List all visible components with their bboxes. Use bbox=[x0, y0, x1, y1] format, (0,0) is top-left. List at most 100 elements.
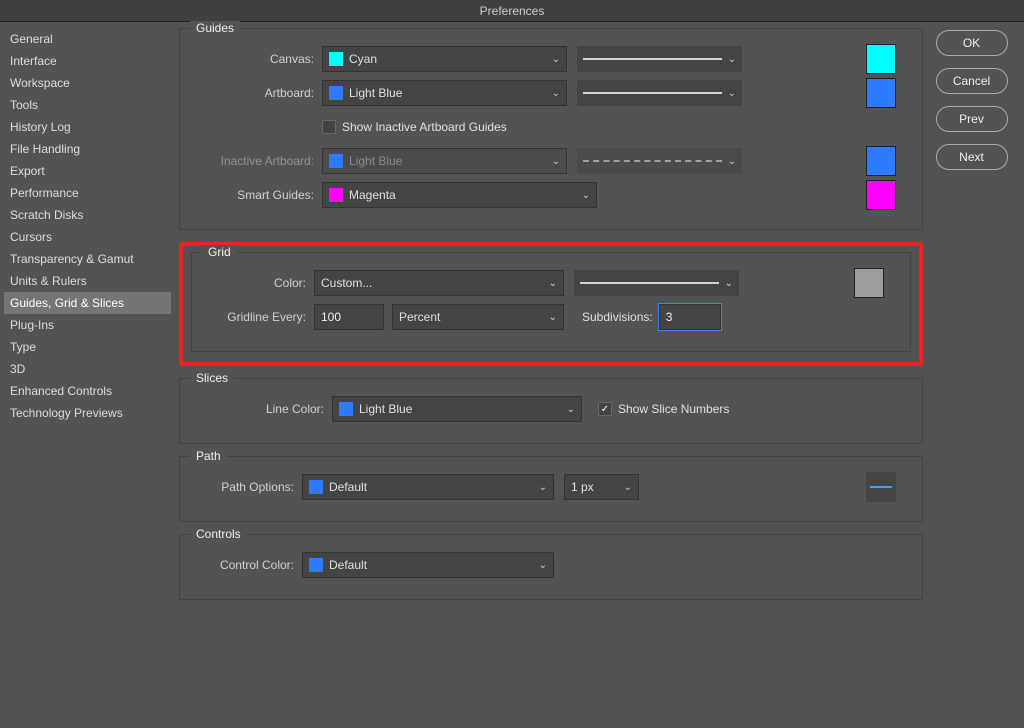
inactive-artboard-label: Inactive Artboard: bbox=[192, 154, 322, 168]
chevron-down-icon: ⌄ bbox=[728, 156, 736, 167]
grid-line-style-select[interactable]: ⌄ bbox=[574, 270, 739, 296]
chevron-down-icon: ⌄ bbox=[624, 482, 632, 493]
path-thickness-select[interactable]: 1 px ⌄ bbox=[564, 474, 639, 500]
sidebar-item-scratch-disks[interactable]: Scratch Disks bbox=[4, 204, 171, 226]
sidebar-item-history-log[interactable]: History Log bbox=[4, 116, 171, 138]
artboard-line-style-select[interactable]: ⌄ bbox=[577, 80, 742, 106]
chevron-down-icon: ⌄ bbox=[552, 156, 560, 167]
path-title: Path bbox=[190, 449, 227, 463]
chevron-down-icon: ⌄ bbox=[539, 482, 547, 493]
smart-guides-color-select[interactable]: Magenta ⌄ bbox=[322, 182, 597, 208]
inactive-line-style-select: ⌄ bbox=[577, 148, 742, 174]
chevron-down-icon: ⌄ bbox=[539, 560, 547, 571]
preferences-content: Guides Canvas: Cyan ⌄ ⌄ Artboard: bbox=[175, 22, 929, 728]
slices-group: Slices Line Color: Light Blue ⌄ ✓ Show S… bbox=[179, 378, 923, 444]
artboard-color-select[interactable]: Light Blue ⌄ bbox=[322, 80, 567, 106]
show-slice-numbers-checkbox[interactable]: ✓ bbox=[598, 402, 612, 416]
gridline-unit-value: Percent bbox=[399, 310, 440, 324]
sidebar-item-cursors[interactable]: Cursors bbox=[4, 226, 171, 248]
controls-group: Controls Control Color: Default ⌄ bbox=[179, 534, 923, 600]
sidebar-item-interface[interactable]: Interface bbox=[4, 50, 171, 72]
chevron-down-icon: ⌄ bbox=[567, 404, 575, 415]
prev-button[interactable]: Prev bbox=[936, 106, 1008, 132]
sidebar-item-guides-grid-slices[interactable]: Guides, Grid & Slices bbox=[4, 292, 171, 314]
category-sidebar: GeneralInterfaceWorkspaceToolsHistory Lo… bbox=[0, 22, 175, 728]
slice-color-select[interactable]: Light Blue ⌄ bbox=[332, 396, 582, 422]
sidebar-item-type[interactable]: Type bbox=[4, 336, 171, 358]
gridline-unit-select[interactable]: Percent ⌄ bbox=[392, 304, 564, 330]
next-button[interactable]: Next bbox=[936, 144, 1008, 170]
sidebar-item-general[interactable]: General bbox=[4, 28, 171, 50]
chevron-down-icon: ⌄ bbox=[549, 278, 557, 289]
control-color-value: Default bbox=[329, 558, 367, 572]
control-color-select[interactable]: Default ⌄ bbox=[302, 552, 554, 578]
main-area: GeneralInterfaceWorkspaceToolsHistory Lo… bbox=[0, 22, 1024, 728]
canvas-color-select[interactable]: Cyan ⌄ bbox=[322, 46, 567, 72]
ok-button[interactable]: OK bbox=[936, 30, 1008, 56]
sidebar-item-3d[interactable]: 3D bbox=[4, 358, 171, 380]
show-inactive-label: Show Inactive Artboard Guides bbox=[342, 120, 507, 134]
canvas-label: Canvas: bbox=[192, 52, 322, 66]
path-preview-swatch bbox=[866, 472, 896, 502]
sidebar-item-workspace[interactable]: Workspace bbox=[4, 72, 171, 94]
canvas-line-style-select[interactable]: ⌄ bbox=[577, 46, 742, 72]
path-options-value: Default bbox=[329, 480, 367, 494]
solid-line-icon bbox=[580, 282, 719, 284]
cyan-swatch-icon bbox=[329, 52, 343, 66]
sidebar-item-technology-previews[interactable]: Technology Previews bbox=[4, 402, 171, 424]
dashed-line-icon bbox=[583, 160, 722, 162]
sidebar-item-export[interactable]: Export bbox=[4, 160, 171, 182]
artboard-color-value: Light Blue bbox=[349, 86, 402, 100]
inactive-color-swatch[interactable] bbox=[866, 146, 896, 176]
grid-color-select[interactable]: Custom... ⌄ bbox=[314, 270, 564, 296]
dialog-buttons: OK Cancel Prev Next bbox=[929, 22, 1024, 728]
sidebar-item-enhanced-controls[interactable]: Enhanced Controls bbox=[4, 380, 171, 402]
lightblue-swatch-icon bbox=[329, 86, 343, 100]
chevron-down-icon: ⌄ bbox=[728, 88, 736, 99]
chevron-down-icon: ⌄ bbox=[549, 312, 557, 323]
lightblue-swatch-icon bbox=[329, 154, 343, 168]
show-slice-numbers-label: Show Slice Numbers bbox=[618, 402, 729, 416]
controls-title: Controls bbox=[190, 527, 247, 541]
grid-color-label: Color: bbox=[204, 276, 314, 290]
subdivisions-label: Subdivisions: bbox=[582, 310, 653, 324]
chevron-down-icon: ⌄ bbox=[552, 54, 560, 65]
lightblue-swatch-icon bbox=[339, 402, 353, 416]
guides-group: Guides Canvas: Cyan ⌄ ⌄ Artboard: bbox=[179, 28, 923, 230]
grid-color-swatch[interactable] bbox=[854, 268, 884, 298]
cancel-button[interactable]: Cancel bbox=[936, 68, 1008, 94]
canvas-color-swatch[interactable] bbox=[866, 44, 896, 74]
subdivisions-input[interactable] bbox=[659, 304, 721, 330]
chevron-down-icon: ⌄ bbox=[725, 278, 733, 289]
gridline-every-input[interactable] bbox=[314, 304, 384, 330]
inactive-artboard-color-select: Light Blue ⌄ bbox=[322, 148, 567, 174]
window-title: Preferences bbox=[0, 0, 1024, 22]
path-group: Path Path Options: Default ⌄ 1 px ⌄ bbox=[179, 456, 923, 522]
grid-title: Grid bbox=[202, 245, 237, 259]
sidebar-item-plug-ins[interactable]: Plug-Ins bbox=[4, 314, 171, 336]
path-line-icon bbox=[870, 486, 892, 488]
inactive-artboard-value: Light Blue bbox=[349, 154, 402, 168]
path-options-select[interactable]: Default ⌄ bbox=[302, 474, 554, 500]
show-inactive-checkbox[interactable] bbox=[322, 120, 336, 134]
slice-color-label: Line Color: bbox=[192, 402, 332, 416]
lightblue-swatch-icon bbox=[309, 480, 323, 494]
canvas-color-value: Cyan bbox=[349, 52, 377, 66]
solid-line-icon bbox=[583, 92, 722, 94]
grid-group: Grid Color: Custom... ⌄ ⌄ Gridline Every… bbox=[191, 252, 911, 352]
guides-title: Guides bbox=[190, 21, 240, 35]
artboard-color-swatch[interactable] bbox=[866, 78, 896, 108]
smart-guides-label: Smart Guides: bbox=[192, 188, 322, 202]
slice-color-value: Light Blue bbox=[359, 402, 412, 416]
gridline-every-label: Gridline Every: bbox=[204, 310, 314, 324]
sidebar-item-transparency-gamut[interactable]: Transparency & Gamut bbox=[4, 248, 171, 270]
path-thickness-value: 1 px bbox=[571, 480, 594, 494]
sidebar-item-units-rulers[interactable]: Units & Rulers bbox=[4, 270, 171, 292]
sidebar-item-performance[interactable]: Performance bbox=[4, 182, 171, 204]
magenta-swatch-icon bbox=[329, 188, 343, 202]
sidebar-item-file-handling[interactable]: File Handling bbox=[4, 138, 171, 160]
sidebar-item-tools[interactable]: Tools bbox=[4, 94, 171, 116]
smart-guides-swatch[interactable] bbox=[866, 180, 896, 210]
solid-line-icon bbox=[583, 58, 722, 60]
path-options-label: Path Options: bbox=[192, 480, 302, 494]
